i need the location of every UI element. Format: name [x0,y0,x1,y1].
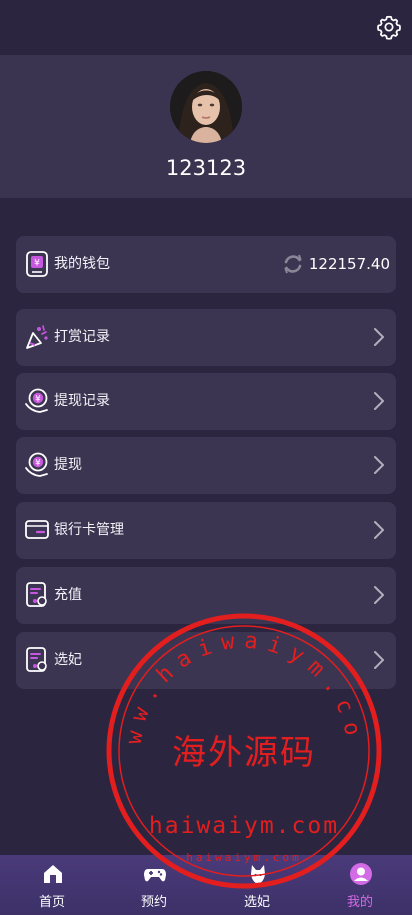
menu-item-select-concubine[interactable]: 选妃 [16,632,396,689]
avatar[interactable] [170,71,242,143]
chevron-right-icon [374,586,384,604]
tab-mine[interactable]: 我的 [310,855,410,915]
chevron-right-icon [374,392,384,410]
menu-item-label: 提现记录 [54,393,110,409]
avatar-portrait [170,71,242,143]
tab-label: 选妃 [243,895,270,910]
select-document-icon [26,647,47,672]
menu-item-recharge[interactable]: 充值 [16,567,396,624]
yuan-coin-icon: ¥ [25,452,48,477]
tab-label: 我的 [346,895,373,910]
chevron-right-icon [374,521,384,539]
svg-text:¥: ¥ [34,259,40,269]
wallet-label: 我的钱包 [54,256,110,272]
chevron-right-icon [374,328,384,346]
chevron-right-icon [374,456,384,474]
username: 123123 [165,156,247,180]
home-icon [44,865,62,883]
gamepad-icon [144,869,166,882]
recharge-document-icon [26,582,47,607]
tab-home[interactable]: 首页 [2,855,102,915]
menu-item-bank-card-management[interactable]: 银行卡管理 [16,502,396,559]
menu-item-reward-records[interactable]: 打赏记录 [16,309,396,366]
chevron-right-icon [374,651,384,669]
yuan-coin-icon: ¥ [25,388,48,413]
svg-text:¥: ¥ [35,395,41,405]
gear-icon[interactable] [376,14,402,40]
watermark-url-mid: haiwaiym.com [149,813,339,839]
tab-label: 预约 [140,895,167,910]
refresh-icon[interactable] [282,253,304,275]
profile-header: 123123 [0,55,412,198]
menu-item-withdrawal-records[interactable]: ¥ 提现记录 [16,373,396,430]
user-icon [350,863,372,885]
menu-item-withdraw[interactable]: ¥ 提现 [16,437,396,494]
top-bar [0,0,412,55]
menu-item-label: 选妃 [54,652,82,668]
menu-item-label: 充值 [54,587,82,603]
wallet-icon: ¥ [26,251,48,277]
watermark-name: 海外源码 [172,733,316,773]
bank-card-icon [25,520,49,539]
menu-item-label: 提现 [54,457,82,473]
fox-icon [251,865,265,884]
tab-select[interactable]: 选妃 [207,855,307,915]
gift-icon [26,325,48,349]
tab-label: 首页 [38,895,65,910]
bottom-tab-bar: 首页 预约 选妃 我的 [0,855,412,915]
wallet-balance: 122157.40 [308,255,390,273]
menu-item-label: 打赏记录 [54,329,110,345]
tab-reservation[interactable]: 预约 [104,855,204,915]
wallet-card[interactable]: ¥ 我的钱包 122157.40 [16,236,396,293]
svg-text:¥: ¥ [35,459,41,469]
menu-item-label: 银行卡管理 [54,522,124,538]
